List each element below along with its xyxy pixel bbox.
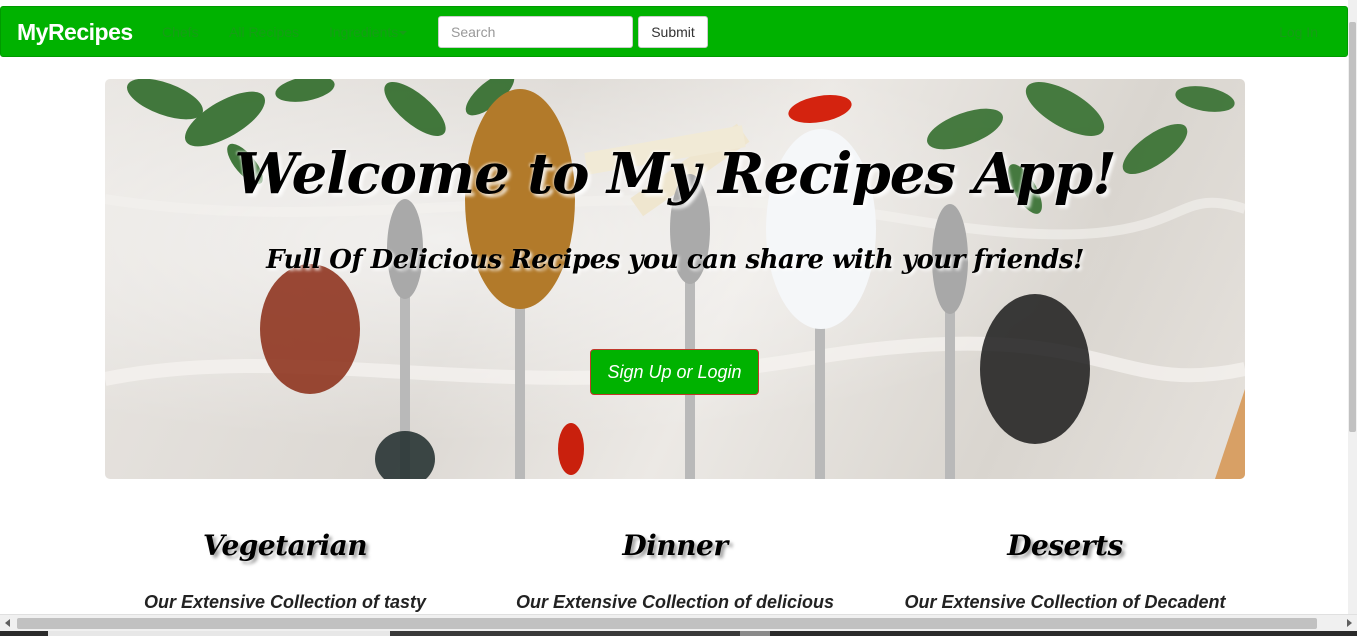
page: MyRecipes Chefs All Recipes Ingredients … (0, 0, 1357, 636)
vertical-scrollbar[interactable] (1348, 0, 1357, 616)
nav-link-all-recipes[interactable]: All Recipes (229, 24, 299, 40)
hero-background-image (105, 79, 1245, 479)
navbar: MyRecipes Chefs All Recipes Ingredients … (0, 6, 1348, 57)
category-title: Dinner (622, 529, 728, 562)
nav-dropdown-ingredients[interactable]: Ingredients (329, 24, 408, 40)
brand-logo[interactable]: MyRecipes (17, 19, 133, 46)
category-title: Vegetarian (202, 529, 368, 562)
category-description: Our Extensive Collection of tasty (143, 592, 427, 612)
vertical-scrollbar-thumb[interactable] (1349, 22, 1356, 432)
category-description: Our Extensive Collection of Decadent (904, 592, 1226, 612)
search-input[interactable] (438, 16, 633, 48)
category-title: Deserts (1007, 529, 1123, 562)
taskbar-strip (0, 631, 1357, 636)
category-dinner: Dinner Our Extensive Collection of delic… (485, 524, 865, 612)
login-link[interactable]: Log In (1279, 24, 1318, 40)
hero-subtitle: Full Of Delicious Recipes you can share … (266, 245, 1084, 275)
horizontal-scrollbar[interactable] (0, 614, 1357, 632)
arrow-left-icon[interactable] (5, 619, 10, 627)
hero-title: Welcome to My Recipes App! (234, 141, 1116, 207)
chevron-down-icon (399, 31, 408, 36)
category-deserts: Deserts Our Extensive Collection of Deca… (875, 524, 1255, 612)
hero-jumbotron: Welcome to My Recipes App! Full Of Delic… (105, 79, 1245, 479)
nav-dropdown-label: Ingredients (329, 24, 399, 40)
category-vegetarian: Vegetarian Our Extensive Collection of t… (95, 524, 475, 612)
category-description: Our Extensive Collection of delicious (515, 592, 835, 612)
horizontal-scrollbar-thumb[interactable] (17, 618, 1317, 629)
arrow-right-icon[interactable] (1347, 619, 1352, 627)
submit-button[interactable]: Submit (638, 16, 708, 48)
nav-link-chefs[interactable]: Chefs (162, 24, 199, 40)
signup-login-button[interactable]: Sign Up or Login (590, 349, 759, 395)
